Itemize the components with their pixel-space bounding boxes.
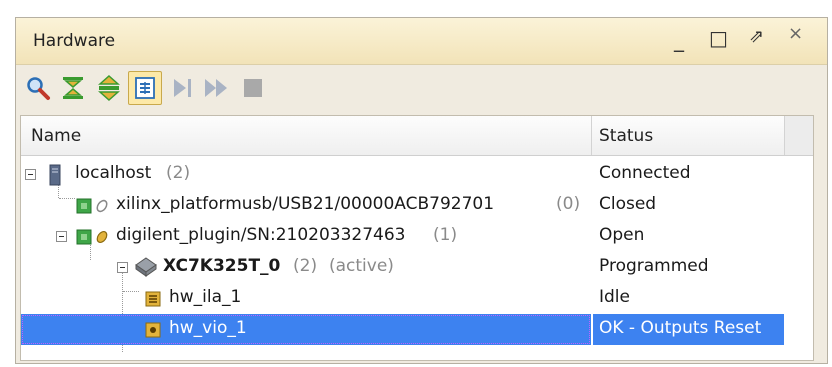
- node-count: (0): [556, 194, 581, 214]
- board-chip-icon: [76, 229, 92, 245]
- auto-connect-button[interactable]: [128, 71, 162, 105]
- float-button[interactable]: ⇗: [749, 26, 764, 56]
- stop-trigger-icon: [244, 79, 262, 97]
- minimize-button[interactable]: _: [674, 28, 684, 58]
- selection-highlight: [21, 314, 591, 345]
- node-status: Programmed: [599, 256, 709, 276]
- expand-all-icon: [98, 75, 120, 101]
- auto-connect-icon: [135, 77, 155, 99]
- stop-trigger-button[interactable]: [236, 71, 270, 105]
- node-name: digilent_plugin/SN:210203327463: [116, 225, 406, 245]
- collapse-toggle[interactable]: [56, 231, 67, 242]
- run-trigger-immediate-button[interactable]: [200, 71, 234, 105]
- selected-status-cell: OK - Outputs Reset: [593, 314, 784, 345]
- node-count: (1): [433, 225, 458, 245]
- column-header-name[interactable]: Name: [31, 126, 81, 146]
- node-active-label: (active): [329, 256, 394, 276]
- node-count: (2): [293, 256, 318, 276]
- table-header: Name Status: [21, 116, 813, 156]
- hardware-panel: Hardware _ □ ⇗ × Name Status localhost (…: [15, 17, 828, 364]
- node-count: (2): [166, 163, 191, 183]
- hardware-tree-table[interactable]: Name Status localhost (2) Connected xili…: [20, 115, 814, 361]
- close-button[interactable]: ×: [788, 23, 803, 53]
- expand-all-button[interactable]: [92, 71, 126, 105]
- tree-row-hw-ila-1[interactable]: hw_ila_1 Idle: [21, 283, 784, 314]
- node-status: Open: [599, 225, 645, 245]
- board-chip-icon: [76, 198, 92, 214]
- collapse-toggle[interactable]: [25, 169, 36, 180]
- column-header-status[interactable]: Status: [599, 126, 653, 146]
- toolbar: [16, 65, 827, 113]
- node-status: OK - Outputs Reset: [599, 318, 762, 338]
- node-status: Connected: [599, 163, 691, 183]
- tree-row-xc7k325t[interactable]: XC7K325T_0 (2) (active) Programmed: [21, 252, 784, 283]
- panel-title-bar[interactable]: Hardware _ □ ⇗ ×: [16, 18, 827, 65]
- tree-row-xilinx-platformusb[interactable]: xilinx_platformusb/USB21/00000ACB792701 …: [21, 190, 784, 221]
- search-icon: [27, 77, 50, 100]
- tree-row-localhost[interactable]: localhost (2) Connected: [21, 159, 784, 190]
- run-trigger-button[interactable]: [166, 71, 200, 105]
- node-name: XC7K325T_0: [163, 256, 281, 276]
- tree-row-digilent-plugin[interactable]: digilent_plugin/SN:210203327463 (1) Open: [21, 221, 784, 252]
- panel-title: Hardware: [33, 31, 116, 51]
- run-trigger-immediate-icon: [205, 79, 227, 97]
- node-name: hw_ila_1: [169, 287, 242, 307]
- maximize-button[interactable]: □: [709, 26, 728, 56]
- ila-core-icon: [145, 291, 161, 307]
- link-closed-icon: [96, 199, 108, 213]
- tree-row-hw-vio-1[interactable]: hw_vio_1 OK - Outputs Reset: [21, 314, 784, 345]
- node-name: hw_vio_1: [169, 318, 247, 338]
- node-status: Idle: [599, 287, 630, 307]
- collapse-all-icon: [63, 77, 83, 99]
- header-filler: [785, 116, 813, 155]
- collapse-toggle[interactable]: [117, 262, 128, 273]
- node-status: Closed: [599, 194, 657, 214]
- vio-core-icon: [145, 322, 161, 338]
- column-divider[interactable]: [591, 116, 592, 155]
- node-name: localhost: [75, 163, 152, 183]
- server-icon: [49, 164, 61, 186]
- search-button[interactable]: [21, 71, 55, 105]
- collapse-all-button[interactable]: [56, 71, 90, 105]
- node-name: xilinx_platformusb/USB21/00000ACB792701: [116, 194, 495, 214]
- run-trigger-icon: [174, 79, 191, 97]
- link-open-icon: [96, 230, 108, 244]
- fpga-device-icon: [135, 257, 157, 277]
